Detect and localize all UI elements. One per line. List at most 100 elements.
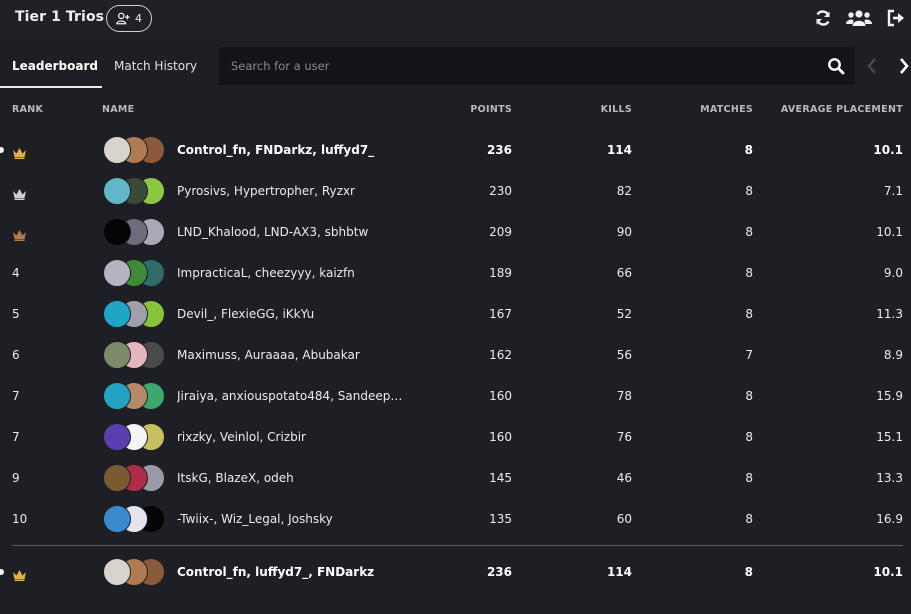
rank-value: 5 — [12, 307, 20, 321]
current-team-indicator — [0, 147, 4, 153]
rank-value: 10 — [12, 512, 28, 526]
team-names: ItskG, BlazeX, odeh — [177, 471, 294, 485]
table-row[interactable]: 10 -Twiix-, Wiz_Legal, Joshsky 135 60 8 16.9 — [0, 499, 911, 540]
search-icon[interactable] — [827, 57, 845, 75]
team-avatars — [103, 505, 165, 533]
avatar — [103, 341, 131, 369]
avatar — [103, 300, 131, 328]
current-team-indicator — [0, 569, 4, 575]
matches-value: 8 — [745, 430, 753, 444]
users-icon[interactable] — [845, 8, 873, 28]
member-count: 4 — [135, 12, 142, 25]
rank-value: 7 — [12, 389, 20, 403]
crown-icon — [12, 185, 27, 200]
crown-icon — [12, 566, 27, 581]
rank-value: 4 — [12, 266, 20, 280]
points-value: 189 — [489, 266, 512, 280]
table-row[interactable]: Control_fn, FNDarkz, luffyd7_ 236 114 8 10.1 — [0, 130, 911, 171]
team-avatars — [103, 177, 165, 205]
table-row[interactable]: 6 Maximuss, Auraaaa, Abubakar 162 56 7 8.9 — [0, 335, 911, 376]
table-row[interactable]: Pyrosivs, Hypertropher, Ryzxr 230 82 8 7.1 — [0, 171, 911, 212]
member-count-badge[interactable]: 4 — [106, 5, 152, 32]
average-placement-value: 11.3 — [876, 307, 903, 321]
average-placement-value: 7.1 — [883, 184, 903, 198]
team-avatars — [103, 259, 165, 287]
column-header-kills[interactable]: KILLS — [601, 104, 632, 115]
tab-match-history[interactable]: Match History — [114, 46, 197, 86]
matches-value: 8 — [745, 184, 753, 198]
average-placement-value: 10.1 — [873, 565, 903, 579]
team-names: Pyrosivs, Hypertropher, Ryzxr — [177, 184, 355, 198]
matches-value: 7 — [745, 348, 753, 362]
matches-value: 8 — [745, 512, 753, 526]
points-value: 160 — [489, 389, 512, 403]
points-value: 160 — [489, 430, 512, 444]
kills-value: 78 — [616, 389, 632, 403]
team-avatars — [103, 423, 165, 451]
points-value: 135 — [489, 512, 512, 526]
average-placement-value: 10.1 — [873, 143, 903, 157]
divider — [12, 545, 903, 546]
average-placement-value: 16.9 — [876, 512, 903, 526]
matches-value: 8 — [745, 266, 753, 280]
team-names: Devil_, FlexieGG, iKkYu — [177, 307, 315, 321]
matches-value: 8 — [744, 143, 753, 157]
table-row[interactable]: 7 rixzky, Veinlol, Crizbir 160 76 8 15.1 — [0, 417, 911, 458]
column-header-points[interactable]: POINTS — [470, 104, 512, 115]
logout-icon[interactable] — [885, 8, 907, 28]
table-row[interactable]: 4 ImpracticaL, cheezyyy, kaizfn 189 66 8 9.0 — [0, 253, 911, 294]
team-avatars — [103, 558, 165, 586]
avatar — [103, 218, 131, 246]
matches-value: 8 — [744, 565, 753, 579]
column-header-average-placement[interactable]: AVERAGE PLACEMENT — [781, 104, 903, 115]
tab-leaderboard[interactable]: Leaderboard — [12, 46, 98, 86]
table-row[interactable]: 9 ItskG, BlazeX, odeh 145 46 8 13.3 — [0, 458, 911, 499]
points-value: 145 — [489, 471, 512, 485]
user-plus-icon — [116, 12, 130, 25]
table-row[interactable]: LND_Khalood, LND-AX3, sbhbtw 209 90 8 10.1 — [0, 212, 911, 253]
team-names: ImpracticaL, cheezyyy, kaizfn — [177, 266, 355, 280]
rank-value: 9 — [12, 471, 20, 485]
search-input[interactable] — [219, 47, 819, 85]
points-value: 167 — [489, 307, 512, 321]
team-avatars — [103, 464, 165, 492]
column-header-name: NAME — [102, 104, 135, 115]
points-value: 162 — [489, 348, 512, 362]
team-names: Control_fn, luffyd7_, FNDarkz — [177, 565, 375, 579]
points-value: 209 — [489, 225, 512, 239]
matches-value: 8 — [745, 225, 753, 239]
team-avatars — [103, 382, 165, 410]
crown-icon — [12, 144, 27, 159]
kills-value: 60 — [616, 512, 632, 526]
team-names: Jiraiya, anxiouspotato484, Sandeep… — [177, 389, 403, 403]
search-box — [219, 47, 855, 85]
refresh-icon[interactable] — [812, 8, 834, 28]
avatar — [103, 505, 131, 533]
average-placement-value: 15.1 — [876, 430, 903, 444]
own-team-row[interactable]: Control_fn, luffyd7_, FNDarkz 236 114 8 10.1 — [0, 552, 911, 593]
rank-value: 7 — [12, 430, 20, 444]
matches-value: 8 — [745, 471, 753, 485]
matches-value: 8 — [745, 389, 753, 403]
points-value: 230 — [489, 184, 512, 198]
team-names: Control_fn, FNDarkz, luffyd7_ — [177, 143, 375, 157]
column-header-rank: RANK — [12, 104, 44, 115]
chevron-right-icon[interactable] — [898, 57, 910, 75]
avatar — [103, 558, 131, 586]
kills-value: 66 — [616, 266, 632, 280]
column-header-matches[interactable]: MATCHES — [700, 104, 753, 115]
team-names: Maximuss, Auraaaa, Abubakar — [177, 348, 360, 362]
points-value: 236 — [486, 565, 512, 579]
top-bar: Tier 1 Trios 4 — [0, 0, 911, 38]
chevron-left-icon[interactable] — [866, 57, 878, 75]
team-avatars — [103, 136, 165, 164]
team-avatars — [103, 341, 165, 369]
average-placement-value: 9.0 — [883, 266, 903, 280]
table-row[interactable]: 5 Devil_, FlexieGG, iKkYu 167 52 8 11.3 — [0, 294, 911, 335]
table-row[interactable]: 7 Jiraiya, anxiouspotato484, Sandeep… 160 7… — [0, 376, 911, 417]
kills-value: 114 — [606, 565, 632, 579]
crown-icon — [12, 226, 27, 241]
average-placement-value: 13.3 — [876, 471, 903, 485]
team-names: rixzky, Veinlol, Crizbir — [177, 430, 306, 444]
kills-value: 114 — [606, 143, 632, 157]
